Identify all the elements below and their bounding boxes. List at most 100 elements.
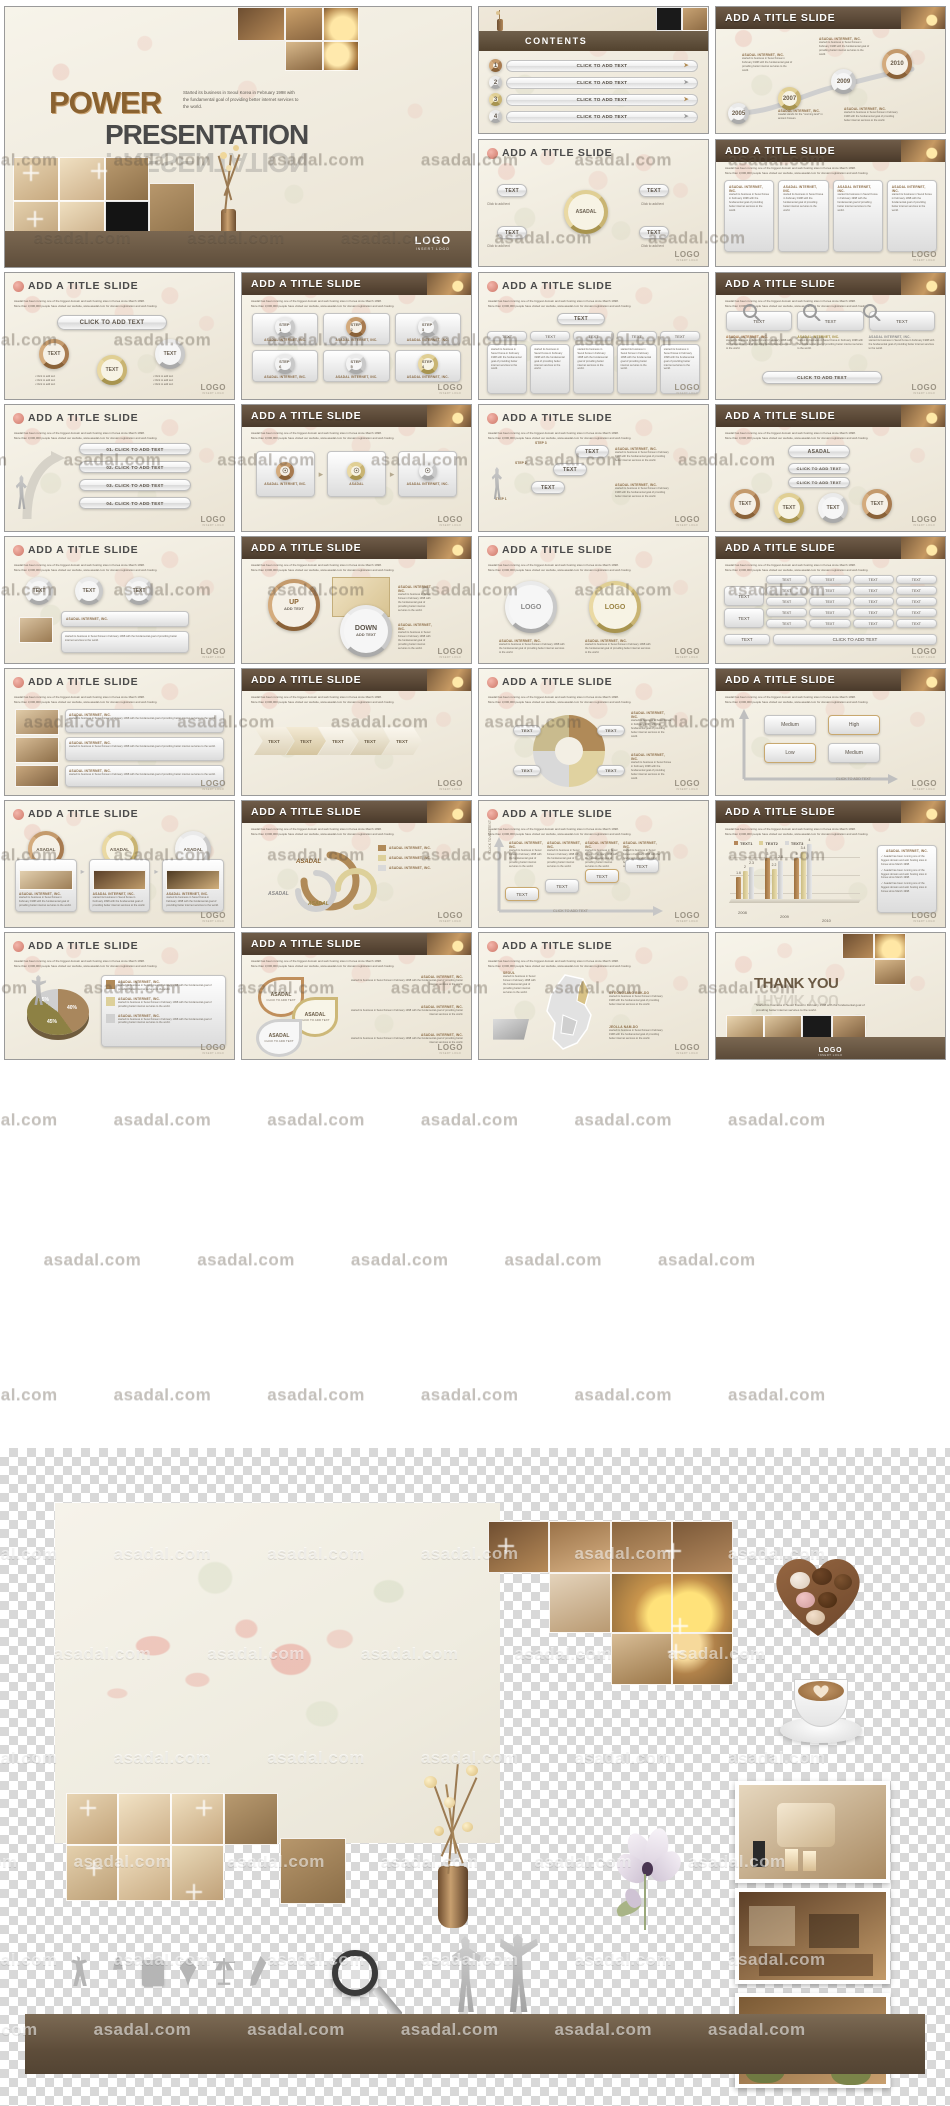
text-button[interactable]: TEXT [557,313,605,325]
table-header[interactable]: TEXT [766,575,808,584]
slide-timeline[interactable]: ADD A TITLE SLIDE 2005 2007 2009 2010 AS… [715,6,946,134]
axis-card[interactable]: TEXT [585,869,619,883]
list-item[interactable]: 4 CLICK TO ADD TEXT ➤ [489,110,698,123]
table-cell[interactable]: TEXT [852,586,894,595]
table-cell[interactable]: TEXT [895,597,937,606]
wheel-node[interactable]: TEXT [497,226,527,239]
table-cell[interactable]: TEXT [766,608,808,617]
wheel-node[interactable]: TEXT [639,226,669,239]
slide-korea-map[interactable]: ADD A TITLE SLIDE Asadal has been runnin… [478,932,709,1060]
leaf-node[interactable]: ASADAL CLICK TO ADD TEXT [256,1019,302,1057]
footer-cell[interactable]: TEXT [724,634,770,645]
down-node[interactable]: DOWN ADD TEXT [340,605,392,657]
column-card[interactable]: ASADAL INTERNET, INC. started its busines… [832,180,883,252]
chart-note-card[interactable]: ASADAL INTERNET, INC. ✓ Asadal has been … [877,845,937,913]
slide-photo-list[interactable]: ADD A TITLE SLIDE Asadal has been runnin… [4,668,235,796]
ramp-row[interactable]: 01. CLICK TO ADD TEXT [79,443,191,455]
ring-node[interactable]: TEXT [97,355,127,385]
ring-node[interactable]: TEXT [39,339,69,369]
ring-node[interactable]: TEXT [818,493,848,523]
quad-label[interactable]: TEXT [597,725,625,736]
slide-leaf-shapes[interactable]: ADD A TITLE SLIDE Asadal has been runnin… [241,932,472,1060]
wheel-node[interactable]: TEXT [497,184,527,197]
table-cell[interactable]: TEXT [895,619,937,628]
table-cell[interactable]: started its business in Seoul Korea in F… [530,344,571,394]
slide-six-steps[interactable]: ADD A TITLE SLIDE Asadal has been runnin… [241,272,472,400]
contents-button[interactable]: CLICK TO ADD TEXT ➤ [506,110,698,123]
slide-circular-arrows[interactable]: ADD A TITLE SLIDE Asadal has been runnin… [241,800,472,928]
ring-node[interactable]: TEXT [730,489,760,519]
ramp-row[interactable]: 02. CLICK TO ADD TEXT [79,461,191,473]
axis-card[interactable]: TEXT [625,859,659,873]
pie-legend-card[interactable]: ASADAL INTERNET, INC. started its busines… [101,975,226,1047]
row-header[interactable]: TEXT [724,586,764,606]
column-card[interactable]: ASADAL INTERNET, INC. started its busines… [778,180,829,252]
contents-button[interactable]: CLICK TO ADD TEXT ➤ [506,59,698,72]
info-card[interactable]: ASADAL INTERNET, INC. started its busines… [15,859,77,912]
slide-three-rings[interactable]: ADD A TITLE SLIDE Asadal has been runnin… [4,272,235,400]
slide-up-down[interactable]: ADD A TITLE SLIDE Asadal has been runnin… [241,536,472,664]
slide-three-asadal-cards[interactable]: ADD A TITLE SLIDE ASADAL ASADAL INTERNET… [4,800,235,928]
table-header[interactable]: TEXT [530,331,571,341]
chevron-step[interactable]: TEXT [254,727,294,755]
slide-chevron-flow[interactable]: ADD A TITLE SLIDE Asadal has been runnin… [241,668,472,796]
quad-label[interactable]: TEXT [513,765,541,776]
step-card[interactable]: STEP 4 ASADAL INTERNET, INC. [394,350,461,382]
ramp-row[interactable]: 03. CLICK TO ADD TEXT [79,479,191,491]
table-cell[interactable]: TEXT [852,619,894,628]
slide-step-stairs[interactable]: ADD A TITLE SLIDE Asadal has been runnin… [478,404,709,532]
flow-card[interactable]: ☉ ASADAL [327,451,386,497]
matrix-cell[interactable]: Low [764,743,816,763]
flow-card[interactable]: ☉ ASADAL INTERNET, INC. [256,451,315,497]
flow-card[interactable]: ☉ ASADAL INTERNET, INC. [398,451,457,497]
table-cell[interactable]: TEXT [809,608,851,617]
slide-three-icon-flow[interactable]: ADD A TITLE SLIDE Asadal has been runnin… [241,404,472,532]
node[interactable]: TEXT [125,577,153,605]
network-note[interactable]: ASADAL INTERNET, INC. [61,611,189,627]
slide-four-columns[interactable]: ADD A TITLE SLIDE Asadal has been runnin… [715,139,946,267]
axis-card[interactable]: TEXT [505,887,539,901]
node[interactable]: TEXT [75,577,103,605]
contents-button[interactable]: CLICK TO ADD TEXT ➤ [506,76,698,89]
slide-logo-rings[interactable]: ADD A TITLE SLIDE Asadal has been runnin… [478,536,709,664]
column-card[interactable]: ASADAL INTERNET, INC. started its busines… [886,180,937,252]
table-cell[interactable]: TEXT [852,597,894,606]
ring-node[interactable]: TEXT [774,493,804,523]
list-item[interactable]: 3 CLICK TO ADD TEXT ➤ [489,93,698,106]
slide-numbered-ramp[interactable]: ADD A TITLE SLIDE Asadal has been runnin… [4,404,235,532]
slide-contents[interactable]: CONTENTS 1 CLICK TO ADD TEXT ➤ 2 CLICK T… [478,6,709,134]
cluster-title[interactable]: ASADAL [788,445,850,458]
slide-axis-cards[interactable]: ADD A TITLE SLIDE Asadal has been runnin… [478,800,709,928]
matrix-cell[interactable]: Medium [828,743,880,763]
matrix-cell[interactable]: High [828,715,880,735]
list-item[interactable]: 1 CLICK TO ADD TEXT ➤ [489,59,698,72]
axis-card[interactable]: TEXT [545,879,579,893]
logo-ring[interactable]: LOGO [505,581,557,633]
slide-title[interactable]: POWER PRESENTATION PRESENTATION Started … [4,6,472,268]
step-text[interactable]: TEXT [531,481,565,494]
matrix-cell[interactable]: Medium [764,715,816,735]
slide-ring-cluster[interactable]: ADD A TITLE SLIDE Asadal has been runnin… [715,404,946,532]
table-header[interactable]: TEXT [809,575,851,584]
table-cell[interactable]: TEXT [809,597,851,606]
quad-label[interactable]: TEXT [597,765,625,776]
list-item[interactable]: 2 CLICK TO ADD TEXT ➤ [489,76,698,89]
footer-cta[interactable]: CLICK TO ADD TEXT [773,634,937,645]
table-cell[interactable]: TEXT [895,608,937,617]
list-item[interactable]: ASADAL INTERNET, INC. started its busines… [65,709,224,733]
node[interactable]: TEXT [25,577,53,605]
table-cell[interactable]: TEXT [809,619,851,628]
logo-ring[interactable]: LOGO [589,581,641,633]
contents-button[interactable]: CLICK TO ADD TEXT ➤ [506,93,698,106]
table-header[interactable]: TEXT [659,331,700,341]
ramp-row[interactable]: 04. CLICK TO ADD TEXT [79,497,191,509]
slide-thank-you[interactable]: THANK YOU THANK YOU Started its business… [715,932,946,1060]
list-item[interactable]: ASADAL INTERNET, INC. started its busines… [65,737,224,761]
cluster-cta[interactable]: CLICK TO ADD TEXT [788,477,850,488]
slide-grid-table[interactable]: ADD A TITLE SLIDE Asadal has been runnin… [715,536,946,664]
up-node[interactable]: UP ADD TEXT [268,579,320,631]
info-card[interactable]: ASADAL INTERNET, INC. started its busines… [88,859,151,912]
slide-quadrant-donut[interactable]: ADD A TITLE SLIDE Asadal has been runnin… [478,668,709,796]
slide-bar-chart[interactable]: ADD A TITLE SLIDE Asadal has been runnin… [715,800,946,928]
table-cell[interactable]: started its business in Seoul Korea in F… [487,344,528,394]
